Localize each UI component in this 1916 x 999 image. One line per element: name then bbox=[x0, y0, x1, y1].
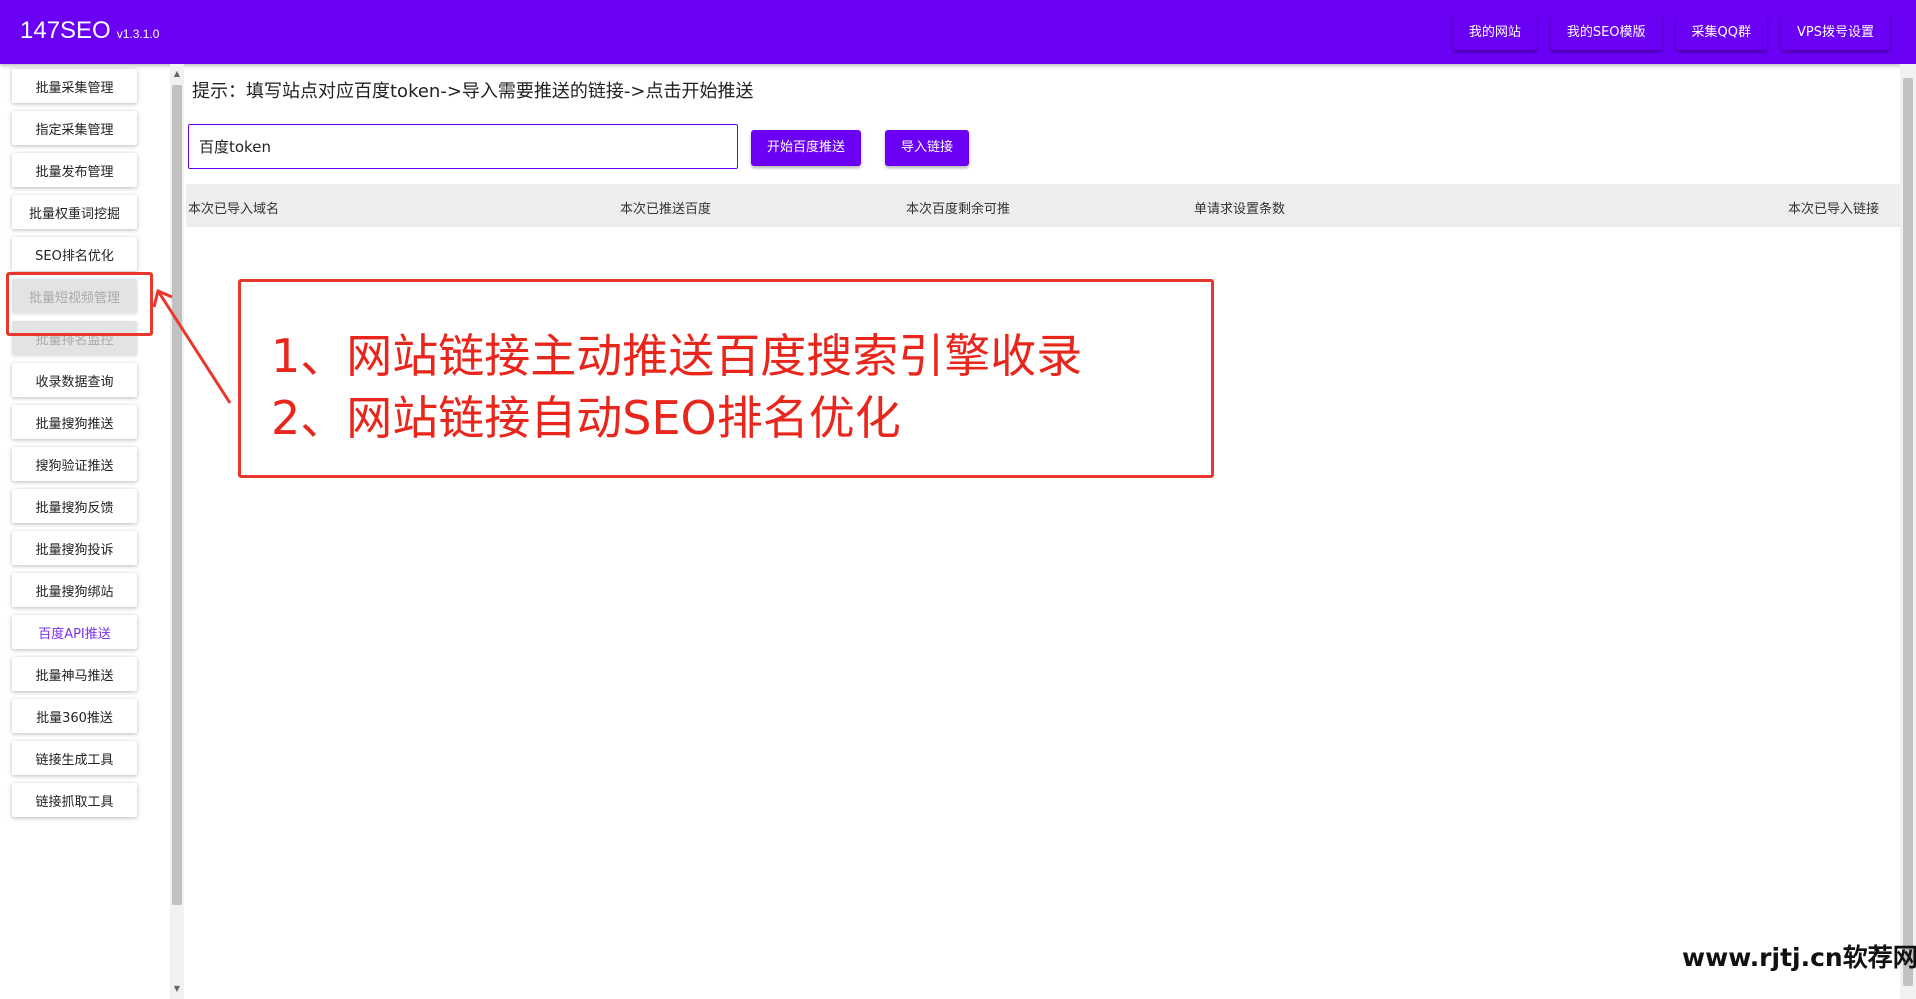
page-scroll-thumb[interactable] bbox=[1903, 78, 1913, 986]
app-title: 147SEO bbox=[20, 17, 111, 44]
sidebar-item-link-crawler[interactable]: 链接抓取工具 bbox=[12, 783, 137, 817]
annotation-line-1: 1、网站链接主动推送百度搜索引擎收录 bbox=[271, 329, 1083, 383]
nav-vps-dialup-button[interactable]: VPS拨号设置 bbox=[1781, 16, 1890, 50]
sidebar-item-index-query[interactable]: 收录数据查询 bbox=[12, 363, 137, 397]
top-bar: 147SEO v1.3.1.0 我的网站 我的SEO模版 采集QQ群 VPS拨号设… bbox=[0, 0, 1916, 64]
sidebar-item-keyword-mining[interactable]: 批量权重词挖掘 bbox=[12, 195, 137, 229]
sidebar-item-seo-ranking[interactable]: SEO排名优化 bbox=[12, 237, 137, 271]
sidebar-item-batch-collect[interactable]: 批量采集管理 bbox=[12, 69, 137, 103]
header-imported-domains: 本次已导入域名 bbox=[188, 202, 280, 217]
nav-qq-group-button[interactable]: 采集QQ群 bbox=[1675, 16, 1767, 50]
hint-text: 提示：填写站点对应百度token->导入需要推送的链接->点击开始推送 bbox=[192, 81, 754, 102]
sidebar-scroll-thumb[interactable] bbox=[172, 85, 182, 905]
main-content: 提示：填写站点对应百度token->导入需要推送的链接->点击开始推送 开始百度… bbox=[186, 64, 1900, 999]
nav-my-sites-button[interactable]: 我的网站 bbox=[1452, 16, 1537, 50]
sidebar-item-sogou-verify-push[interactable]: 搜狗验证推送 bbox=[12, 447, 137, 481]
start-baidu-push-button[interactable]: 开始百度推送 bbox=[751, 130, 862, 166]
page-scrollbar[interactable] bbox=[1900, 64, 1916, 999]
annotation-line-2: 2、网站链接自动SEO排名优化 bbox=[271, 391, 901, 445]
header-pushed-baidu: 本次已推送百度 bbox=[620, 202, 712, 217]
sidebar-item-shenma-push[interactable]: 批量神马推送 bbox=[12, 657, 137, 691]
top-nav: 我的网站 我的SEO模版 采集QQ群 VPS拨号设置 bbox=[1452, 16, 1890, 50]
seo-ranking-highlight bbox=[6, 272, 153, 336]
header-imported-links: 本次已导入链接 bbox=[1788, 202, 1880, 217]
stats-table-header: 本次已导入域名 本次已推送百度 本次百度剩余可推 单请求设置条数 本次已导入链接 bbox=[186, 184, 1900, 227]
sidebar-item-sogou-feedback[interactable]: 批量搜狗反馈 bbox=[12, 489, 137, 523]
app-version: v1.3.1.0 bbox=[116, 27, 160, 41]
annotation-arrow-icon bbox=[152, 288, 232, 404]
scroll-down-icon[interactable]: ▼ bbox=[172, 984, 182, 994]
header-per-request-count: 单请求设置条数 bbox=[1194, 202, 1286, 217]
import-links-button[interactable]: 导入链接 bbox=[885, 130, 970, 166]
scroll-up-icon[interactable]: ▲ bbox=[172, 69, 182, 79]
sidebar-item-sogou-bind[interactable]: 批量搜狗绑站 bbox=[12, 573, 137, 607]
annotation-callout: 1、网站链接主动推送百度搜索引擎收录 2、网站链接自动SEO排名优化 bbox=[238, 279, 1214, 478]
app-brand: 147SEO v1.3.1.0 bbox=[20, 17, 159, 45]
site-watermark: www.rjtj.cn软荐网 bbox=[1682, 943, 1916, 972]
sidebar-item-batch-publish[interactable]: 批量发布管理 bbox=[12, 153, 137, 187]
baidu-token-input[interactable] bbox=[188, 124, 738, 169]
sidebar: 批量采集管理 指定采集管理 批量发布管理 批量权重词挖掘 SEO排名优化 批量短… bbox=[0, 64, 184, 999]
sidebar-item-baidu-api-push[interactable]: 百度API推送 bbox=[12, 615, 137, 649]
sidebar-item-targeted-collect[interactable]: 指定采集管理 bbox=[12, 111, 137, 145]
header-baidu-remaining: 本次百度剩余可推 bbox=[906, 202, 1011, 217]
sidebar-item-sogou-complaint[interactable]: 批量搜狗投诉 bbox=[12, 531, 137, 565]
sidebar-item-sogou-push[interactable]: 批量搜狗推送 bbox=[12, 405, 137, 439]
nav-seo-templates-button[interactable]: 我的SEO模版 bbox=[1550, 16, 1662, 50]
sidebar-item-link-generator[interactable]: 链接生成工具 bbox=[12, 741, 137, 775]
sidebar-item-360-push[interactable]: 批量360推送 bbox=[12, 699, 137, 733]
